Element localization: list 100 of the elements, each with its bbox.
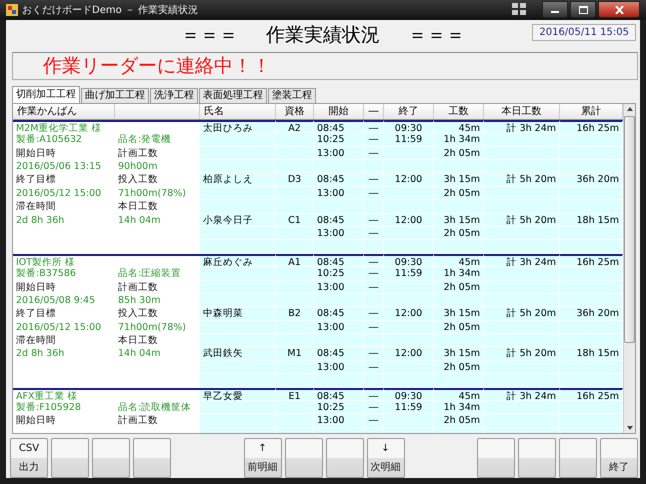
scroll-thumb[interactable] bbox=[624, 116, 635, 343]
blank-button[interactable] bbox=[133, 438, 171, 478]
worker-name: 武田鉄矢 bbox=[200, 347, 276, 361]
field-label: 終了目標 bbox=[15, 173, 57, 187]
field-label: 投入工数 bbox=[117, 173, 159, 187]
customer-name: M2M重化学工業 様 bbox=[13, 120, 115, 134]
scrollbar[interactable] bbox=[623, 104, 635, 433]
worker-name: 中森明菜 bbox=[200, 307, 276, 321]
empty-cell bbox=[276, 267, 314, 281]
blank-button[interactable] bbox=[284, 438, 322, 478]
empty-cell bbox=[434, 334, 484, 348]
grade-cell: B2 bbox=[276, 307, 314, 321]
field-value: 71h00m(78%) bbox=[117, 186, 187, 200]
field-value: 2d 8h 36h bbox=[15, 347, 66, 361]
end-time: 09:30 bbox=[384, 120, 434, 134]
process-tab[interactable]: 切削加工工程 bbox=[12, 86, 80, 103]
column-header: 作業かんばん bbox=[13, 104, 115, 119]
start-time: 13:00 bbox=[314, 414, 364, 428]
maximize-button[interactable] bbox=[570, 1, 596, 18]
field-value: 85h 30m bbox=[117, 294, 162, 308]
start-time: 13:00 bbox=[314, 226, 364, 240]
field-value: 14h 04m bbox=[117, 214, 162, 227]
start-time: 10:25 bbox=[314, 401, 364, 414]
grade-cell: E1 bbox=[276, 388, 314, 402]
empty-cell bbox=[276, 240, 314, 254]
grade-cell: D3 bbox=[276, 173, 314, 187]
empty-cell bbox=[364, 334, 384, 348]
empty-cell bbox=[276, 294, 314, 308]
empty-cell bbox=[314, 294, 364, 308]
minimize-button[interactable] bbox=[542, 1, 568, 18]
grade-cell: A1 bbox=[276, 254, 314, 268]
column-header: 氏名 bbox=[200, 104, 276, 119]
process-tab[interactable]: 曲げ加工工程 bbox=[81, 88, 149, 103]
start-time: 08:45 bbox=[314, 388, 364, 402]
hours-cell: 2h 05m bbox=[434, 146, 484, 160]
heading-decoration: ＝＝＝ bbox=[181, 22, 238, 48]
hours-cell: 45m bbox=[434, 120, 484, 134]
dash: ― bbox=[364, 360, 384, 374]
dash: ― bbox=[364, 320, 384, 334]
empty-cell bbox=[384, 226, 434, 240]
process-tab[interactable]: 洗浄工程 bbox=[150, 88, 198, 103]
grade-cell: C1 bbox=[276, 214, 314, 227]
tile-icon[interactable] bbox=[512, 3, 526, 15]
worker-name: 麻丘めぐみ bbox=[200, 254, 276, 268]
blank-button[interactable] bbox=[518, 438, 556, 478]
toolbar-button[interactable]: CSV 出力 bbox=[10, 438, 48, 478]
dash: ― bbox=[364, 347, 384, 361]
empty-cell bbox=[314, 160, 364, 174]
dash: ― bbox=[364, 388, 384, 402]
hours-cell: 2h 05m bbox=[434, 360, 484, 374]
blank-button[interactable] bbox=[559, 438, 597, 478]
field-label: 開始日時 bbox=[15, 146, 57, 160]
field-label: 開始日時 bbox=[15, 414, 57, 428]
dash: ― bbox=[364, 280, 384, 294]
empty-cell bbox=[276, 360, 314, 374]
heading-decoration: ＝＝＝ bbox=[408, 22, 465, 48]
end-time: 12:00 bbox=[384, 307, 434, 321]
empty-cell bbox=[314, 374, 364, 388]
blank-button[interactable] bbox=[477, 438, 515, 478]
blank-button[interactable] bbox=[51, 438, 89, 478]
blank-button[interactable] bbox=[92, 438, 130, 478]
today-total: 計 5h 20m bbox=[484, 173, 560, 187]
empty-cell bbox=[276, 374, 314, 388]
worker-name: 柏原よしえ bbox=[200, 173, 276, 187]
blank-button[interactable] bbox=[326, 438, 364, 478]
field-label: 滞在時間 bbox=[15, 334, 57, 348]
field-label: 本日工数 bbox=[117, 200, 159, 214]
empty-cell bbox=[384, 186, 434, 200]
hours-cell: 2h 05m bbox=[434, 414, 484, 428]
empty-cell bbox=[384, 374, 434, 388]
empty-cell bbox=[314, 240, 364, 254]
field-label: 投入工数 bbox=[117, 307, 159, 321]
dash: ― bbox=[364, 267, 384, 281]
hours-cell: 3h 15m bbox=[434, 307, 484, 321]
process-tab[interactable]: 表面処理工程 bbox=[199, 88, 267, 103]
close-button[interactable] bbox=[598, 1, 640, 18]
today-total: 計 5h 20m bbox=[484, 347, 560, 361]
toolbar-button[interactable]: 終了 bbox=[600, 438, 638, 478]
hours-cell: 2h 05m bbox=[434, 226, 484, 240]
toolbar-button[interactable]: ↓ 次明細 bbox=[366, 438, 404, 478]
start-time: 13:00 bbox=[314, 280, 364, 294]
field-value: 2016/05/08 9:45 bbox=[15, 294, 96, 308]
toolbar-button[interactable]: ↑ 前明細 bbox=[244, 438, 282, 478]
maximize-icon bbox=[578, 6, 588, 14]
start-time: 10:25 bbox=[314, 133, 364, 147]
start-time: 08:45 bbox=[314, 347, 364, 361]
start-time: 08:45 bbox=[314, 120, 364, 134]
field-label: 本日工数 bbox=[117, 334, 159, 348]
hours-cell: 45m bbox=[434, 388, 484, 402]
process-tab[interactable]: 塗装工程 bbox=[268, 88, 316, 103]
worker-name: 小泉今日子 bbox=[200, 214, 276, 227]
empty-cell bbox=[384, 280, 434, 294]
worker-name: 早乙女愛 bbox=[200, 388, 276, 402]
hours-cell: 3h 15m bbox=[434, 347, 484, 361]
empty-cell bbox=[364, 200, 384, 214]
empty-cell bbox=[434, 240, 484, 254]
empty-cell bbox=[276, 133, 314, 147]
hours-cell: 2h 05m bbox=[434, 186, 484, 200]
field-value: 90h00m bbox=[117, 160, 158, 174]
empty-cell bbox=[384, 160, 434, 174]
